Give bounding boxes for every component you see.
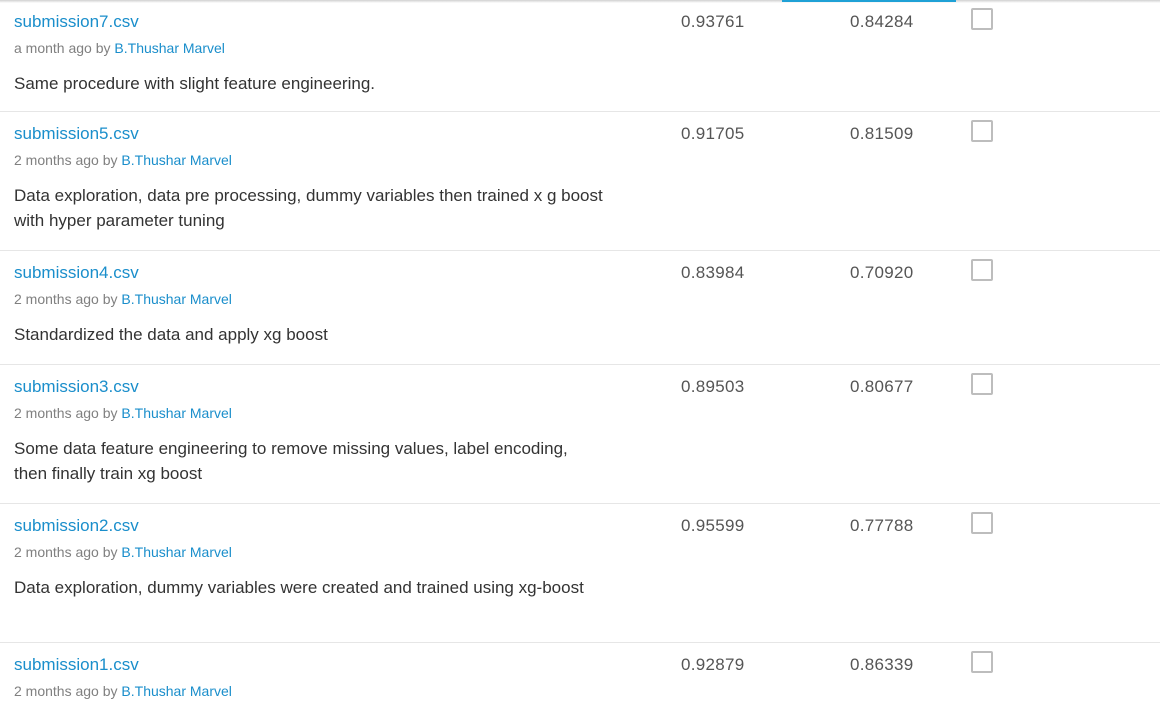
submission-meta: 2 months ago by B.Thushar Marvel bbox=[14, 683, 232, 699]
submission-row: submission7.csv a month ago by B.Thushar… bbox=[0, 0, 1160, 112]
submission-description: Some data feature engineering to remove … bbox=[14, 439, 568, 483]
submission-meta: a month ago by B.Thushar Marvel bbox=[14, 40, 225, 56]
submission-description: Data exploration, dummy variables were c… bbox=[14, 578, 584, 597]
private-score: 0.91705 bbox=[681, 124, 745, 143]
by-label: by bbox=[95, 40, 111, 56]
author-link[interactable]: B.Thushar Marvel bbox=[114, 40, 224, 56]
submission-meta: 2 months ago by B.Thushar Marvel bbox=[14, 405, 232, 421]
select-checkbox[interactable] bbox=[971, 373, 993, 395]
submission-file-link[interactable]: submission1.csv bbox=[14, 655, 139, 675]
author-link[interactable]: B.Thushar Marvel bbox=[121, 683, 231, 699]
select-checkbox[interactable] bbox=[971, 8, 993, 30]
public-score: 0.81509 bbox=[850, 124, 914, 143]
submission-description: Same procedure with slight feature engin… bbox=[14, 74, 375, 93]
private-score: 0.95599 bbox=[681, 516, 745, 535]
submission-time: a month ago bbox=[14, 40, 92, 56]
submission-meta: 2 months ago by B.Thushar Marvel bbox=[14, 544, 232, 560]
submission-file-link[interactable]: submission4.csv bbox=[14, 263, 139, 283]
select-checkbox[interactable] bbox=[971, 259, 993, 281]
submission-file-link[interactable]: submission7.csv bbox=[14, 12, 139, 32]
author-link[interactable]: B.Thushar Marvel bbox=[121, 405, 231, 421]
submission-description: Standardized the data and apply xg boost bbox=[14, 325, 328, 344]
public-score: 0.80677 bbox=[850, 377, 914, 396]
submissions-page: submission7.csv a month ago by B.Thushar… bbox=[0, 0, 1160, 714]
public-score: 0.84284 bbox=[850, 12, 914, 31]
submission-time: 2 months ago bbox=[14, 291, 99, 307]
submission-row: submission5.csv 2 months ago by B.Thusha… bbox=[0, 112, 1160, 251]
submission-file-link[interactable]: submission5.csv bbox=[14, 124, 139, 144]
by-label: by bbox=[102, 152, 118, 168]
public-score: 0.86339 bbox=[850, 655, 914, 674]
submission-row: submission2.csv 2 months ago by B.Thusha… bbox=[0, 504, 1160, 643]
private-score: 0.92879 bbox=[681, 655, 745, 674]
submission-row: submission3.csv 2 months ago by B.Thusha… bbox=[0, 365, 1160, 504]
author-link[interactable]: B.Thushar Marvel bbox=[121, 291, 231, 307]
submission-meta: 2 months ago by B.Thushar Marvel bbox=[14, 291, 232, 307]
submission-description: Data exploration, data pre processing, d… bbox=[14, 186, 603, 230]
select-checkbox[interactable] bbox=[971, 120, 993, 142]
public-score: 0.77788 bbox=[850, 516, 914, 535]
by-label: by bbox=[102, 291, 118, 307]
private-score: 0.89503 bbox=[681, 377, 745, 396]
submission-row: submission1.csv 2 months ago by B.Thusha… bbox=[0, 643, 1160, 714]
submission-meta: 2 months ago by B.Thushar Marvel bbox=[14, 152, 232, 168]
by-label: by bbox=[102, 683, 118, 699]
submission-time: 2 months ago bbox=[14, 152, 99, 168]
private-score: 0.93761 bbox=[681, 12, 745, 31]
submission-time: 2 months ago bbox=[14, 405, 99, 421]
public-score: 0.70920 bbox=[850, 263, 914, 282]
submission-file-link[interactable]: submission2.csv bbox=[14, 516, 139, 536]
author-link[interactable]: B.Thushar Marvel bbox=[121, 544, 231, 560]
private-score: 0.83984 bbox=[681, 263, 745, 282]
select-checkbox[interactable] bbox=[971, 651, 993, 673]
submission-time: 2 months ago bbox=[14, 544, 99, 560]
submission-row: submission4.csv 2 months ago by B.Thusha… bbox=[0, 251, 1160, 365]
submission-time: 2 months ago bbox=[14, 683, 99, 699]
by-label: by bbox=[102, 405, 118, 421]
by-label: by bbox=[102, 544, 118, 560]
select-checkbox[interactable] bbox=[971, 512, 993, 534]
submission-file-link[interactable]: submission3.csv bbox=[14, 377, 139, 397]
author-link[interactable]: B.Thushar Marvel bbox=[121, 152, 231, 168]
